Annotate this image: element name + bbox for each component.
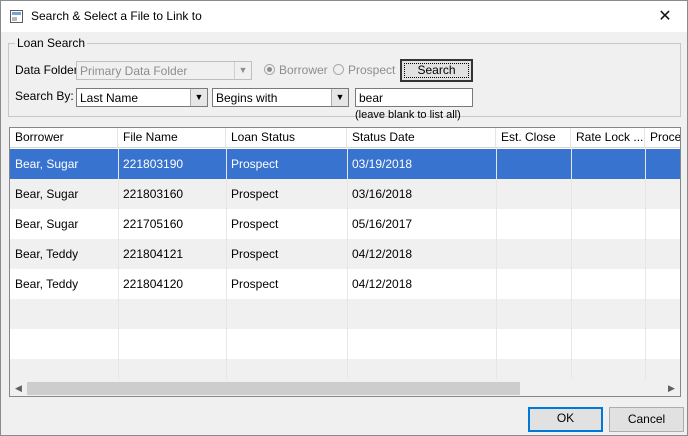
cell-status-date: 03/16/2018	[352, 187, 413, 201]
table-row-empty	[10, 359, 680, 381]
close-icon[interactable]: ✕	[643, 1, 687, 32]
cell-status-date: 04/12/2018	[352, 247, 413, 261]
grid-header: Borrower File Name Loan Status Status Da…	[10, 128, 680, 148]
table-row[interactable]: Bear, Sugar 221803160 Prospect 03/16/201…	[10, 179, 680, 209]
search-field-value: Last Name	[80, 91, 139, 105]
column-header-est-close[interactable]: Est. Close	[496, 128, 571, 148]
column-header-file-name[interactable]: File Name	[118, 128, 226, 148]
cell-loan-status: Prospect	[231, 247, 279, 261]
radio-checked-icon	[264, 64, 275, 75]
chevron-down-icon: ▼	[190, 89, 207, 106]
loan-search-group: Loan Search Data Folder: Primary Data Fo…	[8, 36, 681, 121]
horizontal-scrollbar[interactable]: ◀ ▶	[10, 379, 680, 396]
cell-file-name: 221705160	[123, 217, 184, 231]
prospect-radio[interactable]: Prospect	[333, 63, 395, 77]
app-icon	[10, 10, 23, 23]
cell-file-name: 221804121	[123, 247, 184, 261]
cell-borrower: Bear, Sugar	[15, 217, 79, 231]
search-hint: (leave blank to list all)	[355, 109, 461, 121]
data-folder-value: Primary Data Folder	[80, 64, 188, 78]
column-header-borrower[interactable]: Borrower	[10, 128, 118, 148]
search-by-label: Search By:	[15, 89, 74, 103]
borrower-radio-label: Borrower	[279, 63, 328, 77]
data-folder-select[interactable]: Primary Data Folder ▼	[76, 61, 252, 80]
table-row[interactable]: Bear, Teddy 221804120 Prospect 04/12/201…	[10, 269, 680, 299]
window-title: Search & Select a File to Link to	[31, 9, 202, 23]
chevron-down-icon: ▼	[331, 89, 348, 106]
borrower-radio[interactable]: Borrower	[264, 63, 328, 77]
search-input[interactable]	[355, 88, 473, 107]
operator-select[interactable]: Begins with ▼	[212, 88, 349, 107]
cancel-button[interactable]: Cancel	[609, 407, 684, 432]
column-divider	[571, 148, 572, 380]
cell-status-date: 03/19/2018	[352, 157, 413, 171]
data-folder-label: Data Folder:	[15, 63, 82, 77]
ok-button[interactable]: OK	[528, 407, 603, 432]
cell-loan-status: Prospect	[231, 157, 279, 171]
scrollbar-thumb[interactable]	[27, 382, 520, 395]
table-row[interactable]: Bear, Teddy 221804121 Prospect 04/12/201…	[10, 239, 680, 269]
operator-value: Begins with	[216, 91, 278, 105]
search-button[interactable]: Search	[400, 59, 473, 82]
table-row[interactable]: Bear, Sugar 221803190 Prospect 03/19/201…	[10, 149, 680, 179]
cell-loan-status: Prospect	[231, 187, 279, 201]
results-grid[interactable]: Borrower File Name Loan Status Status Da…	[9, 127, 681, 397]
column-divider	[226, 148, 227, 380]
cell-file-name: 221803160	[123, 187, 184, 201]
cell-file-name: 221804120	[123, 277, 184, 291]
scroll-left-icon[interactable]: ◀	[10, 380, 27, 396]
title-bar[interactable]: Search & Select a File to Link to ✕	[1, 1, 687, 32]
scroll-right-icon[interactable]: ▶	[663, 380, 680, 396]
cell-loan-status: Prospect	[231, 217, 279, 231]
column-header-rate-lock[interactable]: Rate Lock ...	[571, 128, 645, 148]
column-divider	[645, 148, 646, 380]
chevron-down-icon: ▼	[234, 62, 251, 79]
prospect-radio-label: Prospect	[348, 63, 396, 77]
cell-status-date: 05/16/2017	[352, 217, 413, 231]
column-divider	[118, 148, 119, 380]
column-divider	[347, 148, 348, 380]
table-row-empty	[10, 329, 680, 359]
cell-borrower: Bear, Sugar	[15, 157, 79, 171]
search-field-select[interactable]: Last Name ▼	[76, 88, 208, 107]
radio-unchecked-icon	[333, 64, 344, 75]
cell-borrower: Bear, Teddy	[15, 247, 79, 261]
column-header-loan-status[interactable]: Loan Status	[226, 128, 347, 148]
focus-rect	[404, 63, 469, 78]
dialog-window: Search & Select a File to Link to ✕ Loan…	[0, 0, 688, 436]
column-header-status-date[interactable]: Status Date	[347, 128, 496, 148]
loan-search-legend: Loan Search	[17, 36, 86, 50]
cell-file-name: 221803190	[123, 157, 184, 171]
cell-loan-status: Prospect	[231, 277, 279, 291]
column-header-processor[interactable]: Proce	[645, 128, 680, 148]
table-row[interactable]: Bear, Sugar 221705160 Prospect 05/16/201…	[10, 209, 680, 239]
table-row-empty	[10, 299, 680, 329]
cell-borrower: Bear, Teddy	[15, 277, 79, 291]
cell-status-date: 04/12/2018	[352, 277, 413, 291]
column-divider	[496, 148, 497, 380]
cell-borrower: Bear, Sugar	[15, 187, 79, 201]
